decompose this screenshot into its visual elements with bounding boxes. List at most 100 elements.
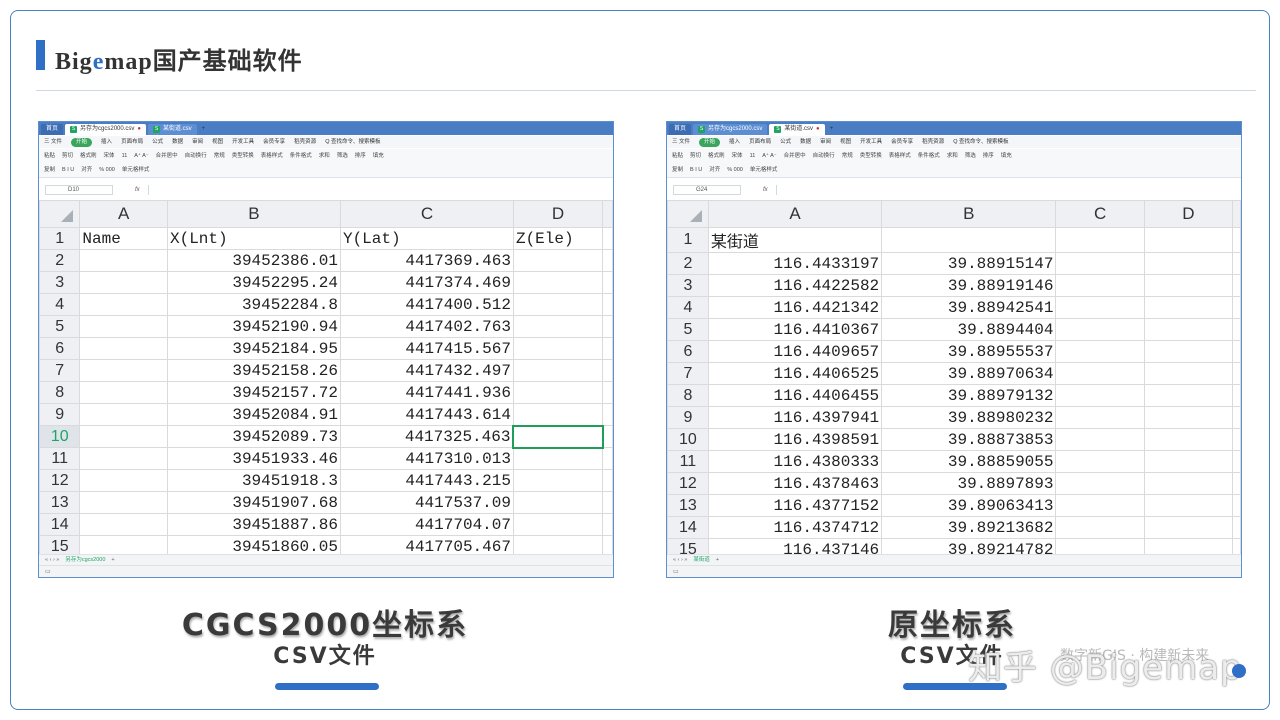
cell-b[interactable]: X(Lnt)	[166, 227, 341, 250]
cell-d[interactable]	[512, 447, 604, 470]
column-header[interactable]: A	[79, 200, 168, 228]
cell-e[interactable]	[1231, 340, 1241, 363]
cell-a[interactable]: 116.4377152	[707, 494, 883, 517]
tab-cgcs2000-csv[interactable]: S 另存为cgcs2000.csv ●	[65, 124, 146, 135]
cell-a[interactable]	[79, 315, 168, 338]
cell-c[interactable]: 4417441.936	[339, 381, 514, 404]
cell-a[interactable]	[79, 337, 168, 360]
tab-street-csv[interactable]: S 某街道.csv	[148, 124, 197, 135]
cell-d[interactable]	[512, 271, 604, 294]
menu-item[interactable]: 插入	[101, 136, 112, 148]
column-header-selected[interactable]: D	[512, 200, 604, 228]
cell-b[interactable]: 39.89063413	[881, 494, 1057, 517]
cell-a[interactable]: 116.4380333	[707, 450, 883, 473]
cell-d[interactable]	[512, 381, 604, 404]
cell-d[interactable]	[1143, 494, 1233, 517]
number-format-select[interactable]: 常规	[214, 149, 225, 163]
menu-item[interactable]: 开发工具	[232, 136, 254, 148]
cell-b[interactable]: 39.88980232	[881, 406, 1057, 429]
copy-button[interactable]: 复制	[44, 163, 55, 177]
cell-b[interactable]: 39451887.86	[166, 513, 341, 536]
menu-item[interactable]: 公式	[780, 136, 791, 148]
cell-b[interactable]: 39.8894404	[881, 318, 1057, 341]
cell-a[interactable]: 116.4421342	[707, 296, 883, 319]
cell-b[interactable]: 39.88915147	[881, 252, 1057, 275]
paste-button[interactable]: 粘贴	[44, 149, 55, 163]
cell-e[interactable]	[1231, 472, 1241, 495]
cell-d[interactable]	[1143, 252, 1233, 275]
cell-b[interactable]: 39452089.73	[166, 425, 341, 448]
cell-a[interactable]	[79, 491, 168, 514]
cell-b[interactable]: 39452295.24	[166, 271, 341, 294]
filter-button[interactable]: 筛选	[337, 149, 348, 163]
row-header[interactable]: 11	[667, 450, 709, 473]
cell-c[interactable]	[1055, 227, 1145, 253]
table-style-button[interactable]: 表格样式	[889, 149, 911, 163]
fill-button[interactable]: 填充	[1001, 149, 1012, 163]
cell-c[interactable]	[1055, 406, 1145, 429]
menu-item[interactable]: 数据	[800, 136, 811, 148]
sort-button[interactable]: 排序	[983, 149, 994, 163]
new-tab-button[interactable]: +	[827, 124, 837, 135]
cell-b[interactable]	[881, 227, 1057, 253]
cell-c[interactable]	[1055, 450, 1145, 473]
row-header[interactable]: 8	[39, 381, 81, 404]
row-header[interactable]: 7	[39, 359, 81, 382]
cell-c[interactable]: 4417310.013	[339, 447, 514, 470]
formula-input[interactable]	[775, 185, 1241, 195]
cell-b[interactable]: 39452184.95	[166, 337, 341, 360]
cell-c[interactable]	[1055, 494, 1145, 517]
paste-button[interactable]: 粘贴	[672, 149, 683, 163]
cell-a[interactable]: 116.4398591	[707, 428, 883, 451]
cell-b[interactable]: 39.88955537	[881, 340, 1057, 363]
cell-c[interactable]: 4417443.215	[339, 469, 514, 492]
cell-e[interactable]	[602, 381, 613, 404]
row-header[interactable]: 6	[667, 340, 709, 363]
cell-e[interactable]	[602, 469, 613, 492]
command-search[interactable]: Q 查找命令、搜索模板	[325, 136, 380, 148]
sheet-nav-arrows[interactable]: « ‹ › »	[673, 555, 687, 565]
row-header[interactable]: 5	[667, 318, 709, 341]
cell-style-button[interactable]: 单元格样式	[122, 163, 150, 177]
menu-item[interactable]: 三 文件	[672, 136, 690, 148]
cell-d[interactable]	[1143, 384, 1233, 407]
cell-e[interactable]	[1231, 428, 1241, 451]
menu-item[interactable]: 页面布局	[749, 136, 771, 148]
tab-home[interactable]: 首页	[669, 124, 692, 135]
bold-italic-underline-buttons[interactable]: B I U	[690, 163, 702, 177]
fx-icon[interactable]: fx	[135, 184, 140, 196]
row-header[interactable]: 6	[39, 337, 81, 360]
cell-b[interactable]: 39451918.3	[166, 469, 341, 492]
table-style-button[interactable]: 表格样式	[261, 149, 283, 163]
cell-a[interactable]	[79, 447, 168, 470]
cell-d[interactable]	[1143, 274, 1233, 297]
cell-e[interactable]	[602, 447, 613, 470]
cell-c[interactable]: Y(Lat)	[339, 227, 514, 250]
cell-d[interactable]	[1143, 318, 1233, 341]
cell-b[interactable]: 39.89213682	[881, 516, 1057, 539]
cell-e[interactable]	[602, 249, 613, 272]
cell-c[interactable]: 4417432.497	[339, 359, 514, 382]
cell-a[interactable]: 116.4374712	[707, 516, 883, 539]
font-size-select[interactable]: 11	[750, 149, 756, 163]
row-header[interactable]: 7	[667, 362, 709, 385]
cell-a[interactable]: 116.4433197	[707, 252, 883, 275]
fx-icon[interactable]: fx	[763, 184, 768, 196]
filter-button[interactable]: 筛选	[965, 149, 976, 163]
merge-center-button[interactable]: 合并居中	[156, 149, 178, 163]
sort-button[interactable]: 排序	[355, 149, 366, 163]
cell-e[interactable]	[602, 359, 613, 382]
cell-e[interactable]	[1231, 362, 1241, 385]
select-all-corner[interactable]	[39, 200, 81, 228]
row-header[interactable]: 1	[667, 227, 709, 253]
cut-button[interactable]: 剪切	[690, 149, 701, 163]
conditional-format-button[interactable]: 条件格式	[918, 149, 940, 163]
type-convert-button[interactable]: 类型转换	[860, 149, 882, 163]
cell-d[interactable]	[1143, 340, 1233, 363]
cell-e[interactable]	[602, 293, 613, 316]
row-header[interactable]: 13	[667, 494, 709, 517]
cell-c[interactable]: 4417325.463	[339, 425, 514, 448]
cell-c[interactable]: 4417415.567	[339, 337, 514, 360]
cell-a[interactable]: 116.4410367	[707, 318, 883, 341]
cell-c[interactable]	[1055, 252, 1145, 275]
